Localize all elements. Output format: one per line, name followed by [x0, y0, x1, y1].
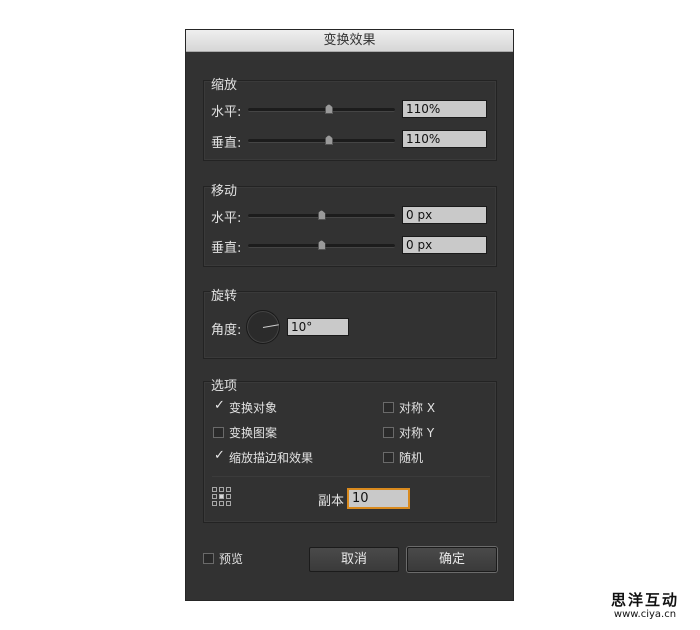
copies-input[interactable]: 10	[347, 488, 410, 509]
angle-label: 角度:	[211, 323, 242, 338]
angle-input[interactable]: 10°	[287, 318, 349, 336]
transform-effect-dialog: 变换效果 缩放 水平: 110% 垂直: 110% 移动 水平: 0 px 垂直…	[185, 29, 514, 601]
checkmark-icon: ✓	[214, 448, 225, 463]
angle-dial[interactable]	[246, 310, 280, 344]
checkbox-box	[383, 452, 394, 463]
move-vertical-label: 垂直:	[211, 241, 242, 256]
watermark-title: 思洋互动	[610, 591, 679, 609]
scale-group-title: 缩放	[211, 78, 238, 93]
ref-point	[212, 487, 217, 492]
angle-dial-needle	[262, 324, 279, 328]
checkbox-box	[383, 427, 394, 438]
ref-point	[212, 501, 217, 506]
checkbox-box	[203, 553, 214, 564]
ref-point-selected	[219, 494, 224, 499]
move-vertical-input[interactable]: 0 px	[402, 236, 487, 254]
watermark-url: www.ciya.cn	[613, 609, 677, 620]
scale-horizontal-slider[interactable]	[248, 104, 395, 114]
scale-vertical-slider[interactable]	[248, 135, 395, 145]
checkbox-box	[383, 402, 394, 413]
reference-point-icon[interactable]	[212, 487, 232, 507]
move-vertical-slider[interactable]	[248, 240, 395, 250]
ok-button[interactable]: 确定	[407, 547, 497, 572]
ref-point	[226, 501, 231, 506]
ref-point	[219, 487, 224, 492]
move-horizontal-input[interactable]: 0 px	[402, 206, 487, 224]
move-horizontal-label: 水平:	[211, 211, 242, 226]
scale-group	[203, 80, 497, 161]
ref-point	[226, 494, 231, 499]
checkbox-box	[213, 427, 224, 438]
move-horizontal-slider[interactable]	[248, 210, 395, 220]
transform-objects-label: 变换对象	[229, 401, 278, 415]
random-label: 随机	[399, 451, 424, 465]
checkmark-icon: ✓	[214, 398, 225, 413]
cancel-button[interactable]: 取消	[309, 547, 399, 572]
rotate-group-title: 旋转	[211, 289, 238, 304]
site-watermark: 思洋互动 www.ciya.cn	[597, 592, 693, 621]
preview-label: 预览	[219, 552, 244, 566]
move-group	[203, 186, 497, 267]
scale-horizontal-input[interactable]: 110%	[402, 100, 487, 118]
scale-horizontal-label: 水平:	[211, 105, 242, 120]
dialog-title: 变换效果	[186, 30, 513, 52]
move-group-title: 移动	[211, 184, 238, 199]
copies-label: 副本	[318, 494, 345, 509]
options-group-title: 选项	[211, 379, 238, 394]
reflect-x-label: 对称 X	[399, 401, 436, 415]
ref-point	[219, 501, 224, 506]
options-divider	[212, 476, 490, 477]
ref-point	[212, 494, 217, 499]
scale-vertical-input[interactable]: 110%	[402, 130, 487, 148]
ref-point	[226, 487, 231, 492]
scale-strokes-effects-label: 缩放描边和效果	[229, 451, 314, 465]
reflect-y-label: 对称 Y	[399, 426, 435, 440]
transform-patterns-label: 变换图案	[229, 426, 278, 440]
scale-vertical-label: 垂直:	[211, 136, 242, 151]
